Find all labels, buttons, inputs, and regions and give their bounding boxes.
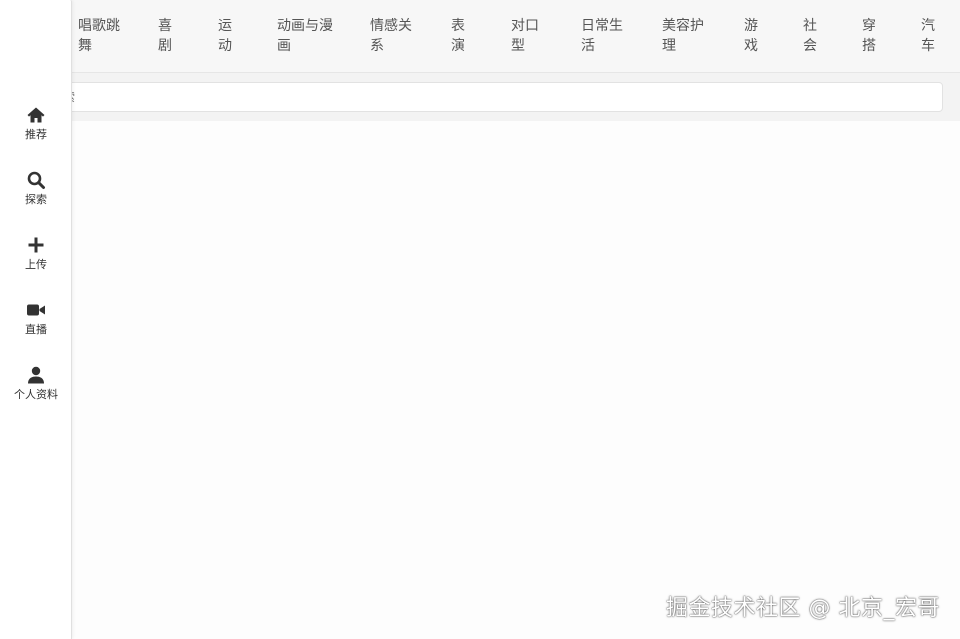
sidebar-nav: 推荐 探索 上传 直播 个人资料 <box>0 0 72 639</box>
category-singing-dancing[interactable]: 唱歌跳舞 <box>78 16 122 56</box>
user-icon <box>26 365 46 385</box>
category-bar: 唱歌跳舞 喜剧 运动 动画与漫画 情感关系 表演 对口型 日常生活 美容护理 游… <box>0 0 960 73</box>
video-camera-icon <box>26 300 46 320</box>
plus-icon <box>26 235 46 255</box>
category-animation-comics[interactable]: 动画与漫画 <box>277 16 337 56</box>
search-input[interactable] <box>40 82 943 112</box>
sidebar-item-label: 个人资料 <box>14 388 58 401</box>
category-society[interactable]: 社会 <box>803 16 819 56</box>
sidebar-item-label: 探索 <box>25 193 47 206</box>
category-performance[interactable]: 表演 <box>451 16 467 56</box>
category-daily-life[interactable]: 日常生活 <box>581 16 625 56</box>
category-beauty-care[interactable]: 美容护理 <box>662 16 706 56</box>
category-sports[interactable]: 运动 <box>218 16 234 56</box>
sidebar-item-label: 推荐 <box>25 128 47 141</box>
category-relationships[interactable]: 情感关系 <box>370 16 414 56</box>
sidebar-item-live[interactable]: 直播 <box>0 300 72 350</box>
sidebar-item-upload[interactable]: 上传 <box>0 235 72 285</box>
category-lip-sync[interactable]: 对口型 <box>511 16 541 56</box>
home-icon <box>26 105 46 125</box>
category-cars[interactable]: 汽车 <box>921 16 937 56</box>
sidebar-item-recommend[interactable]: 推荐 <box>0 105 72 155</box>
sidebar-item-label: 上传 <box>25 258 47 271</box>
search-icon <box>26 170 46 190</box>
watermark: 掘金技术社区 @ 北京_宏哥 <box>666 596 940 621</box>
category-comedy[interactable]: 喜剧 <box>158 16 174 56</box>
sidebar-item-explore[interactable]: 探索 <box>0 170 72 220</box>
sidebar-item-label: 直播 <box>25 323 47 336</box>
sidebar-item-profile[interactable]: 个人资料 <box>0 365 72 415</box>
category-gaming[interactable]: 游戏 <box>744 16 760 56</box>
category-outfits[interactable]: 穿搭 <box>862 16 878 56</box>
